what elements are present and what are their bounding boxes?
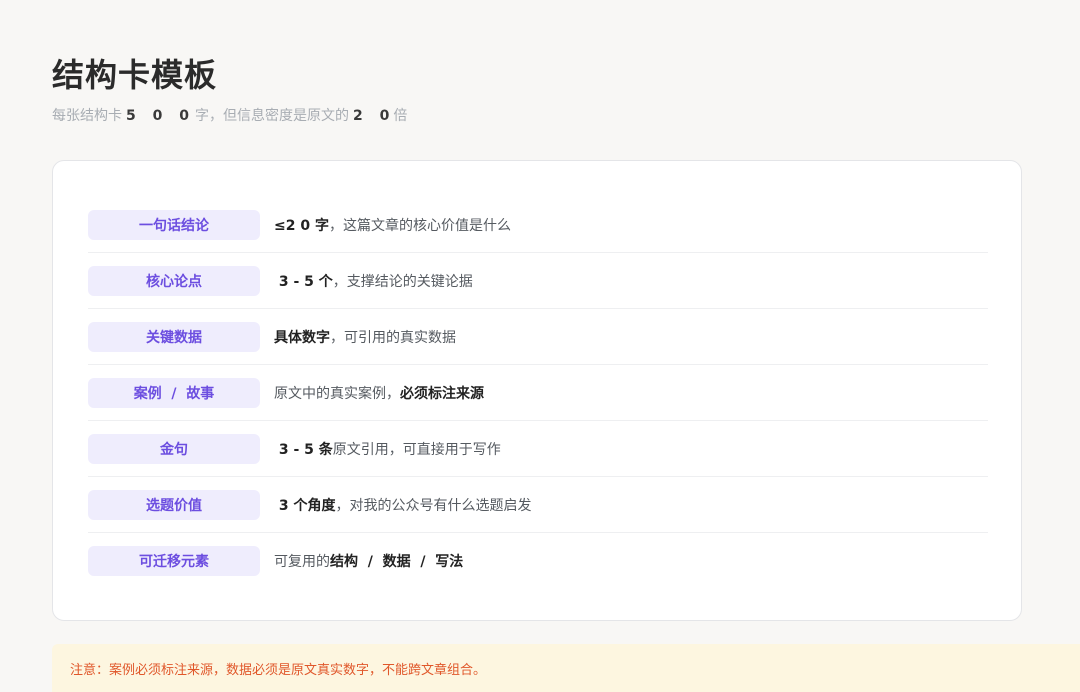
row-transferable: 可迁移元素 可复用的结构 / 数据 / 写法 <box>88 533 988 589</box>
desc-core-arguments-bold: 3 - 5 个 <box>274 273 333 290</box>
row-cases: 案例 / 故事 原文中的真实案例，必须标注来源 <box>88 365 988 421</box>
desc-key-data-bold: 具体数字 <box>274 329 330 346</box>
warning-note-text: 注意：案例必须标注来源，数据必须是原文真实数字，不能跨文章组合。 <box>70 662 487 678</box>
subtitle-prefix: 每张结构卡 <box>52 108 122 124</box>
desc-conclusion-bold: ≤2 0 字 <box>274 217 329 234</box>
desc-cases-text: 原文中的真实案例， <box>274 385 400 402</box>
tag-cases: 案例 / 故事 <box>88 377 260 408</box>
desc-topic-value: 3 个角度，对我的公众号有什么选题启发 <box>274 495 532 515</box>
subtitle-number-density: 2 0 <box>352 108 396 124</box>
desc-quotes: 3 - 5 条原文引用，可直接用于写作 <box>274 439 501 459</box>
desc-conclusion-text: ，这篇文章的核心价值是什么 <box>328 217 511 234</box>
desc-key-data-text: ，可引用的真实数据 <box>330 329 456 346</box>
tag-quotes: 金句 <box>88 433 260 464</box>
row-core-arguments: 核心论点 3 - 5 个，支撑结论的关键论据 <box>88 253 988 309</box>
desc-transferable-bold: 结构 / 数据 / 写法 <box>330 554 464 570</box>
desc-topic-value-bold: 3 个角度 <box>274 497 336 514</box>
row-conclusion: 一句话结论 ≤2 0 字，这篇文章的核心价值是什么 <box>88 197 988 253</box>
row-topic-value: 选题价值 3 个角度，对我的公众号有什么选题启发 <box>88 477 988 533</box>
tag-core-arguments: 核心论点 <box>88 265 260 296</box>
tag-topic-value: 选题价值 <box>88 489 260 520</box>
warning-note: 注意：案例必须标注来源，数据必须是原文真实数字，不能跨文章组合。 <box>52 644 1080 692</box>
row-quotes: 金句 3 - 5 条原文引用，可直接用于写作 <box>88 421 988 477</box>
desc-transferable: 可复用的结构 / 数据 / 写法 <box>274 551 463 571</box>
template-rows: 一句话结论 ≤2 0 字，这篇文章的核心价值是什么 核心论点 3 - 5 个，支… <box>88 197 988 589</box>
subtitle-suffix: 倍 <box>393 108 408 124</box>
desc-key-data: 具体数字，可引用的真实数据 <box>274 327 456 347</box>
subtitle-number-chars: 5 0 0 <box>126 108 195 124</box>
row-key-data: 关键数据 具体数字，可引用的真实数据 <box>88 309 988 365</box>
template-card: 一句话结论 ≤2 0 字，这篇文章的核心价值是什么 核心论点 3 - 5 个，支… <box>52 160 1022 621</box>
desc-cases: 原文中的真实案例，必须标注来源 <box>274 383 484 403</box>
tag-transferable: 可迁移元素 <box>88 546 260 576</box>
desc-core-arguments: 3 - 5 个，支撑结论的关键论据 <box>274 271 473 291</box>
desc-quotes-bold: 3 - 5 条 <box>274 441 333 458</box>
desc-conclusion: ≤2 0 字，这篇文章的核心价值是什么 <box>274 215 511 235</box>
tag-key-data: 关键数据 <box>88 321 260 352</box>
desc-transferable-text: 可复用的 <box>274 554 330 570</box>
desc-topic-value-text: ，对我的公众号有什么选题启发 <box>335 497 532 514</box>
tag-conclusion: 一句话结论 <box>88 209 260 240</box>
desc-cases-bold: 必须标注来源 <box>400 385 484 402</box>
desc-core-arguments-text: ，支撑结论的关键论据 <box>332 273 473 290</box>
page-subtitle: 每张结构卡 5 0 0字，但信息密度是原文的 2 0倍 <box>52 106 407 126</box>
desc-quotes-text: 原文引用，可直接用于写作 <box>332 441 501 458</box>
page-title: 结构卡模板 <box>52 56 218 94</box>
subtitle-middle: 字，但信息密度是原文的 <box>194 108 349 124</box>
